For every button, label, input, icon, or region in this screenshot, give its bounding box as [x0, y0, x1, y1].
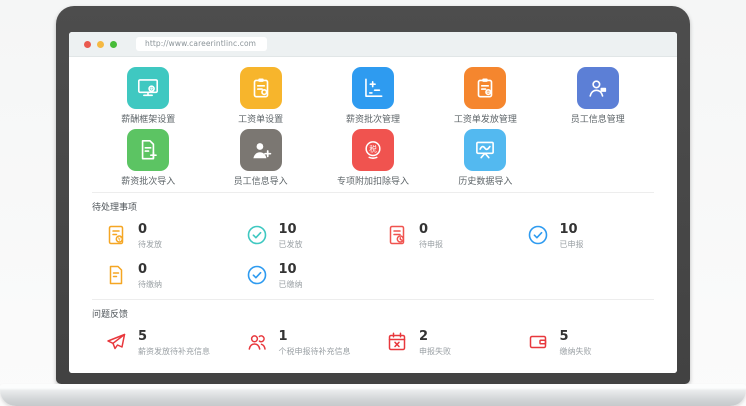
app-salary-batch-import[interactable]: 薪资批次导入: [92, 129, 204, 186]
stat-value: 0: [138, 263, 162, 278]
document-yen-icon: ¥: [104, 223, 128, 247]
stat-tax-info-needed[interactable]: 1 个税申报待补充信息: [233, 330, 374, 357]
divider: [92, 299, 654, 300]
calendar-x-icon: [385, 330, 409, 354]
stat-label: 待发放: [138, 239, 162, 250]
apps-grid-spacer: [542, 129, 654, 186]
app-label: 薪酬框架设置: [121, 112, 175, 125]
dashboard: 薪酬框架设置 工资单设置: [69, 57, 677, 373]
stat-declared[interactable]: 10 已申报: [514, 223, 655, 250]
chart-adjust-icon: [352, 67, 394, 109]
app-label: 薪资批次管理: [346, 112, 400, 125]
stat-value: 0: [138, 223, 162, 238]
clipboard-gear-icon: [240, 67, 282, 109]
stat-label: 待缴纳: [138, 279, 162, 290]
person-add-icon: [240, 129, 282, 171]
check-circle-icon: [245, 223, 269, 247]
app-employee-info-import[interactable]: 员工信息导入: [204, 129, 316, 186]
app-label: 专项附加扣除导入: [337, 174, 409, 187]
app-label: 员工信息导入: [234, 174, 288, 187]
stat-declaration-failed[interactable]: 2 申报失败: [373, 330, 514, 357]
users-icon: [245, 330, 269, 354]
app-salary-batch-management[interactable]: 薪资批次管理: [317, 67, 429, 124]
stat-label: 缴纳失败: [560, 346, 592, 357]
paper-plane-icon: [104, 330, 128, 354]
minimize-window-icon[interactable]: [97, 41, 104, 48]
app-payslip-distribution-management[interactable]: 工资单发放管理: [429, 67, 541, 124]
document-clock-icon: [385, 223, 409, 247]
stat-value: 10: [279, 223, 303, 238]
app-label: 工资单设置: [238, 112, 283, 125]
stat-value: 1: [279, 330, 351, 345]
laptop-base: [0, 384, 746, 406]
close-window-icon[interactable]: [84, 41, 91, 48]
app-payslip-settings[interactable]: 工资单设置: [204, 67, 316, 124]
stat-contribution-failed[interactable]: 5 缴纳失败: [514, 330, 655, 357]
maximize-window-icon[interactable]: [110, 41, 117, 48]
clipboard-pay-icon: [464, 67, 506, 109]
app-label: 历史数据导入: [458, 174, 512, 187]
document-icon: [104, 263, 128, 287]
stat-pending-contribution[interactable]: 0 待缴纳: [92, 263, 233, 290]
app-label: 员工信息管理: [571, 112, 625, 125]
svg-text:税: 税: [369, 143, 377, 153]
feedback-stats-grid: 5 薪资发放待补充信息 1 个: [92, 330, 654, 357]
stat-label: 薪资发放待补充信息: [138, 346, 210, 357]
laptop-frame: http://www.careerintlinc.com 薪酬框架设置: [56, 6, 690, 384]
app-label: 薪资批次导入: [121, 174, 175, 187]
stat-value: 10: [560, 223, 584, 238]
person-card-icon: [577, 67, 619, 109]
stat-pending-payment[interactable]: ¥ 0 待发放: [92, 223, 233, 250]
pending-section-title: 待处理事项: [92, 200, 654, 213]
stat-contributed[interactable]: 10 已缴纳: [233, 263, 374, 290]
divider: [92, 192, 654, 193]
pending-stats-grid: ¥ 0 待发放 10: [92, 223, 654, 290]
stat-label: 待申报: [419, 239, 443, 250]
presentation-chart-icon: [464, 129, 506, 171]
stat-paid[interactable]: 10 已发放: [233, 223, 374, 250]
app-label: 工资单发放管理: [454, 112, 517, 125]
stat-label: 已缴纳: [279, 279, 303, 290]
app-salary-framework-settings[interactable]: 薪酬框架设置: [92, 67, 204, 124]
stat-value: 5: [560, 330, 592, 345]
wallet-icon: [526, 330, 550, 354]
stat-value: 5: [138, 330, 210, 345]
apps-grid: 薪酬框架设置 工资单设置: [92, 67, 654, 186]
document-add-icon: [127, 129, 169, 171]
browser-bar: http://www.careerintlinc.com: [69, 32, 677, 57]
stat-pending-declaration[interactable]: 0 待申报: [373, 223, 514, 250]
check-circle-icon: [245, 263, 269, 287]
app-special-deduction-import[interactable]: 税 专项附加扣除导入: [317, 129, 429, 186]
stat-payment-info-needed[interactable]: 5 薪资发放待补充信息: [92, 330, 233, 357]
stat-label: 申报失败: [419, 346, 451, 357]
stat-value: 2: [419, 330, 451, 345]
app-history-data-import[interactable]: 历史数据导入: [429, 129, 541, 186]
monitor-gear-icon: [127, 67, 169, 109]
stat-label: 个税申报待补充信息: [279, 346, 351, 357]
laptop-screen: http://www.careerintlinc.com 薪酬框架设置: [69, 32, 677, 373]
address-bar[interactable]: http://www.careerintlinc.com: [136, 37, 267, 51]
stat-label: 已发放: [279, 239, 303, 250]
stat-label: 已申报: [560, 239, 584, 250]
check-circle-icon: [526, 223, 550, 247]
feedback-section-title: 问题反馈: [92, 307, 654, 320]
tax-seal-icon: 税: [352, 129, 394, 171]
app-employee-info-management[interactable]: 员工信息管理: [542, 67, 654, 124]
stat-value: 0: [419, 223, 443, 238]
stat-value: 10: [279, 263, 303, 278]
